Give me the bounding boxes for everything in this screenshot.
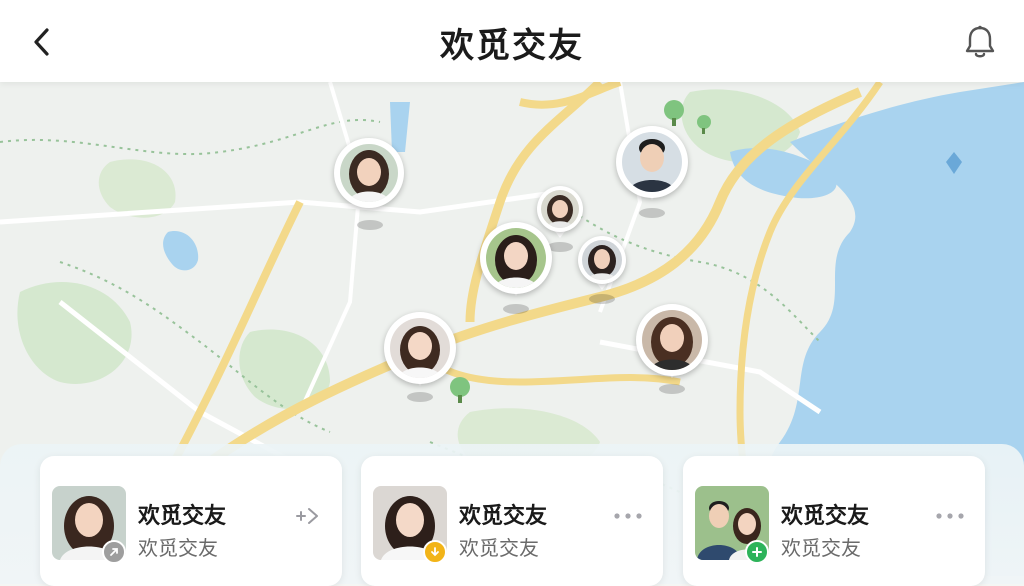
- card-subtitle: 欢觅交友: [459, 536, 539, 560]
- more-icon: [614, 513, 642, 519]
- map-pin-woman-3[interactable]: [480, 222, 552, 322]
- more-button[interactable]: [933, 504, 967, 528]
- plus-icon: [752, 547, 762, 557]
- send-button[interactable]: [290, 504, 324, 528]
- arrow-icon: [110, 548, 118, 556]
- map-pin-woman-4[interactable]: [578, 236, 626, 306]
- more-button[interactable]: [611, 504, 645, 528]
- card-name: 欢觅交友: [781, 504, 870, 529]
- card-subtitle: 欢觅交友: [781, 536, 861, 560]
- send-icon: [296, 508, 318, 524]
- status-badge: [745, 540, 769, 564]
- status-badge: [423, 540, 447, 564]
- portrait-icon: [622, 132, 682, 192]
- notification-button[interactable]: [958, 20, 1002, 64]
- status-badge: [102, 540, 126, 564]
- user-card-2[interactable]: 欢觅交友 欢觅交友: [361, 456, 663, 586]
- map-pin-man-1[interactable]: [616, 126, 688, 226]
- map-pin-woman-1[interactable]: [334, 138, 406, 238]
- user-card-3[interactable]: 欢觅交友 欢觅交友: [683, 456, 985, 586]
- card-name: 欢觅交友: [459, 504, 548, 529]
- bell-icon: [965, 25, 995, 58]
- card-subtitle: 欢觅交友: [138, 536, 218, 560]
- user-card-1[interactable]: 欢觅交友 欢觅交友: [40, 456, 342, 586]
- portrait-icon: [642, 310, 702, 370]
- down-arrow-icon: [431, 547, 439, 557]
- card-name: 欢觅交友: [138, 504, 227, 529]
- portrait-icon: [582, 240, 622, 280]
- map-pin-woman-5[interactable]: [384, 312, 456, 412]
- map-pin-woman-6[interactable]: [636, 304, 708, 404]
- portrait-icon: [340, 144, 398, 202]
- portrait-icon: [390, 318, 450, 378]
- more-icon: [936, 513, 964, 519]
- app-header: 欢觅交友: [0, 0, 1024, 82]
- page-title: 欢觅交友: [440, 26, 584, 66]
- portrait-icon: [486, 228, 546, 288]
